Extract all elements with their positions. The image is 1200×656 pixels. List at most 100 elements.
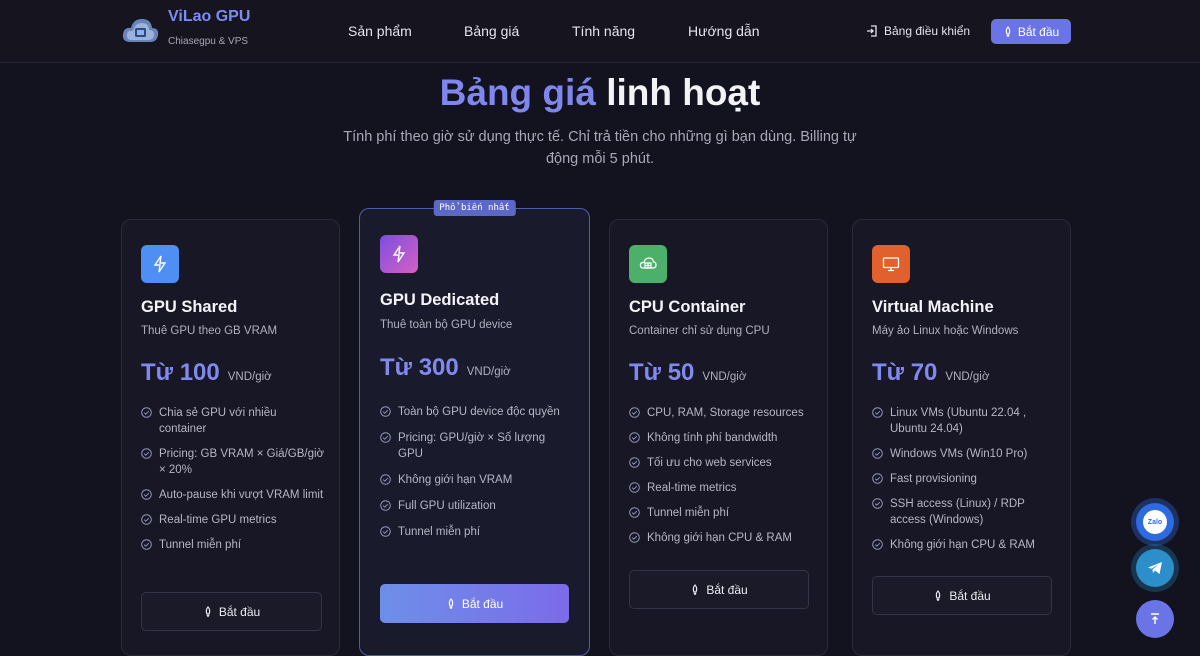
login-icon [867, 25, 877, 37]
price-value: Từ 50 [629, 359, 695, 386]
start-button-top[interactable]: Bắt đầu [991, 19, 1071, 44]
list-item: Chia sẻ GPU với nhiều container [141, 405, 326, 437]
price-value: Từ 300 [380, 354, 459, 381]
plan-title: GPU Shared [141, 298, 238, 316]
title-accent: Bảng giá [439, 72, 596, 113]
price-value: Từ 100 [141, 359, 220, 386]
check-circle-icon [629, 507, 640, 518]
list-item: Fast provisioning [872, 471, 1047, 487]
dashboard-label: Bảng điều khiển [884, 24, 971, 38]
plan-price: Từ 300 VND/giờ [380, 354, 511, 382]
check-circle-icon [629, 457, 640, 468]
check-circle-icon [872, 473, 883, 484]
plan-price: Từ 50 VND/giờ [629, 359, 746, 387]
plan-title: Virtual Machine [872, 298, 994, 316]
list-item: Tunnel miễn phí [141, 537, 326, 553]
page-subtitle: Tính phí theo giờ sử dụng thực tế. Chỉ t… [343, 129, 857, 167]
check-circle-icon [141, 489, 152, 500]
list-item: SSH access (Linux) / RDP access (Windows… [872, 496, 1047, 528]
feature-list: CPU, RAM, Storage resources Không tính p… [629, 405, 819, 546]
check-circle-icon [380, 474, 391, 485]
check-circle-icon [141, 448, 152, 459]
check-circle-icon [629, 407, 640, 418]
rocket-icon [693, 584, 698, 595]
list-item: Pricing: GB VRAM × Giá/GB/giờ × 20% [141, 446, 326, 478]
cloud-logo-icon[interactable] [120, 12, 160, 48]
dashboard-link[interactable]: Bảng điều khiển [866, 24, 970, 38]
check-circle-icon [872, 407, 883, 418]
telegram-button[interactable] [1136, 549, 1174, 587]
list-item: Full GPU utilization [380, 498, 570, 514]
feature-list: Linux VMs (Ubuntu 22.04 , Ubuntu 24.04) … [872, 405, 1047, 553]
plan-description: Thuê toàn bộ GPU device [380, 319, 513, 331]
top-navbar: ViLao GPU Chiasegpu & VPS Sản phẩm Bảng … [0, 0, 1200, 63]
check-circle-icon [380, 406, 391, 417]
price-value: Từ 70 [872, 359, 938, 386]
check-circle-icon [380, 432, 391, 443]
list-item: Không giới hạn CPU & RAM [629, 530, 819, 546]
check-circle-icon [872, 539, 883, 550]
plan-card-cpu-container: CPU Container Container chỉ sử dụng CPU … [609, 219, 828, 656]
nav-item-guide[interactable]: Hướng dẫn [688, 23, 759, 39]
check-circle-icon [872, 498, 883, 509]
check-circle-icon [141, 539, 152, 550]
plan-price: Từ 70 VND/giờ [872, 359, 989, 387]
brand-tagline: Chiasegpu & VPS [168, 36, 249, 47]
zalo-button[interactable]: Zalo [1136, 503, 1174, 541]
check-circle-icon [872, 448, 883, 459]
list-item: Auto-pause khi vượt VRAM limit [141, 487, 326, 503]
list-item: Pricing: GPU/giờ × Số lượng GPU [380, 430, 570, 462]
zalo-icon: Zalo [1143, 510, 1167, 534]
container-icon [629, 245, 667, 283]
check-circle-icon [629, 482, 640, 493]
list-item: Không giới hạn CPU & RAM [872, 537, 1047, 553]
start-label: Bắt đầu [1017, 24, 1060, 39]
price-unit: VND/giờ [945, 371, 990, 383]
plan-description: Container chỉ sử dụng CPU [629, 325, 770, 337]
start-button[interactable]: Bắt đầu [380, 584, 569, 623]
check-circle-icon [141, 407, 152, 418]
plan-card-virtual-machine: Virtual Machine Máy ảo Linux hoặc Window… [852, 219, 1071, 656]
check-circle-icon [380, 526, 391, 537]
brand-name[interactable]: ViLao GPU [168, 8, 250, 26]
list-item: Tối ưu cho web services [629, 455, 819, 471]
monitor-icon [872, 245, 910, 283]
plan-card-gpu-shared: GPU Shared Thuê GPU theo GB VRAM Từ 100 … [121, 219, 340, 656]
list-item: Toàn bộ GPU device độc quyền [380, 404, 570, 420]
list-item: Real-time GPU metrics [141, 512, 326, 528]
rocket-icon [205, 606, 211, 617]
start-button[interactable]: Bắt đầu [141, 592, 322, 631]
lightning-icon [380, 235, 418, 273]
price-unit: VND/giờ [466, 366, 511, 378]
check-circle-icon [629, 532, 640, 543]
check-circle-icon [629, 432, 640, 443]
price-unit: VND/giờ [702, 371, 747, 383]
title-rest: linh hoạt [606, 72, 761, 113]
nav-item-products[interactable]: Sản phẩm [348, 23, 412, 39]
plan-description: Máy ảo Linux hoặc Windows [872, 325, 1019, 337]
start-button[interactable]: Bắt đầu [872, 576, 1052, 615]
rocket-icon [448, 598, 454, 609]
plan-card-gpu-dedicated: Phổ biến nhất GPU Dedicated Thuê toàn bộ… [359, 200, 590, 656]
list-item: Linux VMs (Ubuntu 22.04 , Ubuntu 24.04) [872, 405, 1047, 437]
list-item: Tunnel miễn phí [380, 524, 570, 540]
plan-title: GPU Dedicated [380, 291, 500, 309]
arrow-up-icon [1151, 613, 1159, 624]
list-item: Không tính phí bandwidth [629, 430, 819, 446]
lightning-icon [141, 245, 179, 283]
start-button[interactable]: Bắt đầu [629, 570, 809, 609]
rocket-icon [1005, 26, 1011, 37]
list-item: CPU, RAM, Storage resources [629, 405, 819, 421]
list-item: Không giới hạn VRAM [380, 472, 570, 488]
check-circle-icon [380, 500, 391, 511]
nav-item-pricing[interactable]: Bảng giá [464, 23, 519, 39]
price-unit: VND/giờ [227, 371, 272, 383]
list-item: Windows VMs (Win10 Pro) [872, 446, 1047, 462]
scroll-top-button[interactable] [1136, 600, 1174, 638]
list-item: Real-time metrics [629, 480, 819, 496]
list-item: Tunnel miễn phí [629, 505, 819, 521]
plan-price: Từ 100 VND/giờ [141, 359, 272, 387]
feature-list: Toàn bộ GPU device độc quyền Pricing: GP… [380, 404, 570, 540]
popular-badge: Phổ biến nhất [433, 200, 516, 216]
nav-item-features[interactable]: Tính năng [572, 23, 635, 39]
